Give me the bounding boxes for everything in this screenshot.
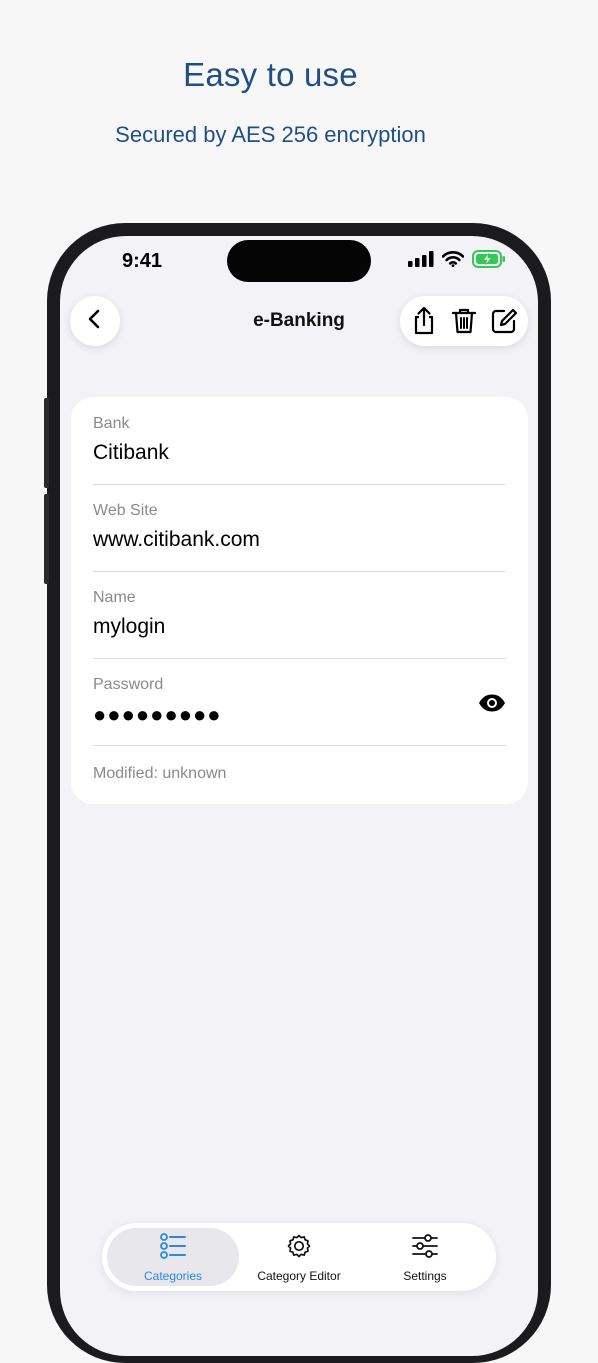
field-value: mylogin [93,615,166,638]
promo-headline: Easy to use [183,56,358,93]
field-bank[interactable]: Bank Citibank [93,397,506,485]
phone-side-button [44,398,49,488]
tab-label: Settings [403,1268,447,1283]
field-value: Citibank [93,441,169,464]
trash-icon [451,308,477,334]
sliders-icon [411,1232,439,1265]
share-button[interactable] [407,304,441,338]
phone-screen: 9:41 e-Banking Bank Citibank Web Site ww… [60,236,538,1356]
status-icons [408,250,506,273]
tab-categories[interactable]: Categories [107,1228,239,1286]
cellular-signal-icon [408,251,434,272]
phone-side-button [44,494,49,584]
record-card: Bank Citibank Web Site www.citibank.com … [71,397,528,804]
field-password[interactable]: Password ●●●●●●●●● [93,658,506,746]
status-time: 9:41 [122,250,163,272]
tab-bar: Categories Category Editor Settings [102,1223,496,1291]
edit-button[interactable] [487,304,521,338]
list-icon [159,1232,187,1265]
dynamic-island [227,240,371,282]
field-label: Name [93,589,136,606]
field-label: Password [93,676,164,693]
password-mask: ●●●●●●●●● [93,702,222,727]
tab-label: Category Editor [257,1268,341,1283]
edit-icon [491,308,518,334]
field-label: Web Site [93,502,158,519]
promo-subline: Secured by AES 256 encryption [115,122,426,147]
action-toolbar [400,296,528,346]
eye-icon[interactable] [478,694,506,717]
wifi-icon [441,251,465,272]
field-website[interactable]: Web Site www.citibank.com [93,484,506,572]
gear-icon [285,1232,313,1265]
tab-label: Categories [143,1268,203,1283]
field-label: Bank [93,415,130,432]
field-value: www.citibank.com [93,528,260,551]
share-icon [414,306,434,335]
delete-button[interactable] [447,304,481,338]
battery-charging-icon [472,250,506,273]
modified-text: Modified: unknown [93,765,227,782]
tab-settings[interactable]: Settings [359,1228,491,1286]
tab-category-editor[interactable]: Category Editor [233,1228,365,1286]
field-name[interactable]: Name mylogin [93,571,506,659]
